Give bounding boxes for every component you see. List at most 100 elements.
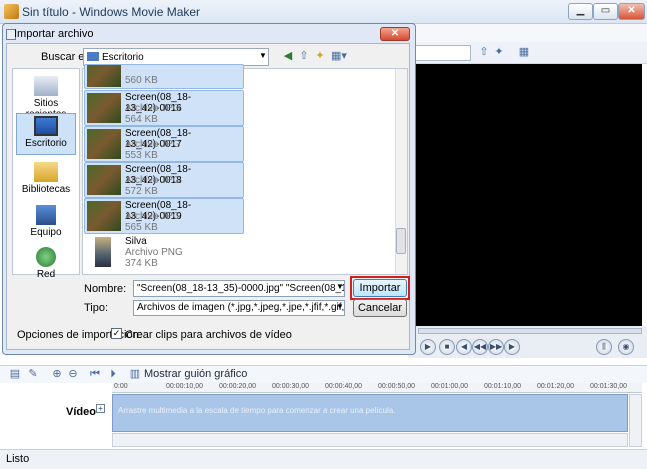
place-network[interactable]: Red [16, 245, 76, 287]
minimize-button[interactable]: ▁ [568, 3, 593, 20]
rewind-timeline-icon[interactable]: ⏮ [88, 367, 102, 381]
place-libraries[interactable]: Bibliotecas [16, 160, 76, 202]
list-item[interactable]: Screen(08_18-13_42)-0017 Archivo JPG 553… [84, 126, 244, 162]
file-size: 572 KB [125, 186, 158, 197]
close-button[interactable]: ✕ [618, 3, 645, 20]
timeline-horizontal-scrollbar[interactable] [112, 433, 628, 447]
timeline-tick: 00:01:10,00 [484, 383, 521, 390]
maximize-button[interactable]: ▭ [593, 3, 618, 20]
timeline-tick: 00:01:00,00 [431, 383, 468, 390]
file-type: Archivo JPG [125, 139, 181, 150]
new-folder-icon[interactable]: ✦ [492, 45, 506, 59]
list-item[interactable]: 560 KB [84, 64, 244, 89]
expand-icon[interactable]: + [96, 404, 105, 413]
computer-icon [36, 205, 56, 225]
chevron-down-icon[interactable]: ▼ [336, 302, 344, 311]
chevron-down-icon[interactable]: ▼ [336, 282, 344, 291]
place-recent[interactable]: Sitios recientes [16, 74, 76, 120]
timeline-tick: 00:00:30,00 [272, 383, 309, 390]
file-type: Archivo PNG [125, 247, 183, 258]
file-size: 374 KB [125, 258, 158, 269]
file-name-input[interactable]: "Screen(08_18-13_35)-0000.jpg" "Screen(0… [133, 280, 345, 297]
seek-bar[interactable] [418, 328, 642, 334]
collection-combo[interactable] [411, 45, 471, 61]
look-in-value: Escritorio [102, 52, 144, 63]
place-label: Bibliotecas [21, 184, 71, 195]
image-thumbnail [87, 165, 121, 195]
place-computer[interactable]: Equipo [16, 203, 76, 245]
show-storyboard-button[interactable]: Mostrar guión gráfico [144, 368, 247, 380]
image-thumbnail [87, 201, 121, 231]
file-type: Archivo JPG [125, 103, 181, 114]
place-label: Equipo [30, 227, 62, 238]
desktop-icon [34, 116, 58, 136]
desktop-folder-icon [87, 52, 99, 61]
network-icon [36, 247, 56, 267]
file-size: 565 KB [125, 222, 158, 233]
window-title: Sin título - Windows Movie Maker [22, 5, 201, 19]
timeline-tick: 00:00:50,00 [378, 383, 415, 390]
video-track-hint: Arrastre multimedia a la escala de tiemp… [118, 406, 396, 415]
storyboard-icon[interactable]: ▥ [128, 367, 142, 381]
movie-maker-icon [4, 4, 19, 19]
libraries-icon [34, 162, 58, 182]
file-type: Archivo JPG [125, 175, 181, 186]
scrollbar-thumb[interactable] [396, 228, 406, 254]
zoom-in-icon[interactable]: ⊕ [50, 367, 64, 381]
timeline-tick: 00:01:30,00 [590, 383, 627, 390]
up-folder-icon[interactable]: ⇧ [477, 45, 491, 59]
place-desktop[interactable]: Escritorio [16, 113, 76, 155]
place-label: Escritorio [25, 138, 67, 149]
place-label: Red [36, 269, 56, 280]
file-type-select[interactable]: Archivos de imagen (*.jpg,*.jpeg,*.jpe,*… [133, 300, 345, 316]
file-size: 564 KB [125, 114, 158, 125]
up-folder-icon[interactable]: ⇧ [297, 49, 311, 63]
import-button[interactable]: Importar [353, 279, 407, 297]
back-icon[interactable]: ◀ [281, 49, 295, 63]
timeline-tick: 00:00:40,00 [325, 383, 362, 390]
image-thumbnail [87, 93, 121, 123]
new-folder-icon[interactable]: ✦ [313, 49, 327, 63]
image-thumbnail [95, 237, 111, 267]
list-item[interactable]: Screen(08_18-13_42)-0018 Archivo JPG 572… [84, 162, 244, 198]
cancel-button[interactable]: Cancelar [353, 299, 407, 317]
file-type: Archivo JPG [125, 211, 181, 222]
play-icon[interactable]: ▶ [420, 339, 436, 355]
file-size: 560 KB [125, 75, 158, 86]
next-frame-icon[interactable]: ▶ [504, 339, 520, 355]
timeline-vertical-scrollbar[interactable] [629, 394, 642, 447]
status-bar [0, 449, 647, 469]
create-clips-checkbox[interactable]: ✓ [111, 328, 122, 339]
timeline-tick: 00:01:20,00 [537, 383, 574, 390]
split-icon[interactable]: ⫼ [596, 339, 612, 355]
stop-icon[interactable]: ■ [439, 339, 455, 355]
rewind-icon[interactable]: ◀◀ [472, 339, 488, 355]
forward-icon[interactable]: ▶▶ [488, 339, 504, 355]
create-clips-label: Crear clips para archivos de vídeo [125, 329, 292, 341]
timeline-tick: 00:00:20,00 [219, 383, 256, 390]
timeline-tick: 00:00:10,00 [166, 383, 203, 390]
view-menu-icon[interactable]: ▦▾ [331, 49, 347, 63]
list-item[interactable]: Screen(08_18-13_42)-0019 Archivo JPG 565… [84, 198, 244, 234]
zoom-out-icon[interactable]: ⊖ [66, 367, 80, 381]
import-options-label: Opciones de importación: [17, 329, 142, 341]
play-timeline-icon[interactable]: ⏵ [106, 367, 120, 381]
dialog-title: Importar archivo [14, 28, 94, 40]
image-thumbnail [87, 65, 121, 87]
timeline-tick: 0:00 [114, 383, 128, 390]
video-track-label: Vídeo [66, 406, 96, 418]
list-item[interactable]: Silva Archivo PNG 374 KB [84, 234, 244, 270]
timeline-options-icon[interactable]: ▤ [8, 367, 22, 381]
file-type-label: Tipo: [84, 302, 109, 314]
file-name: Silva [125, 236, 147, 247]
snapshot-icon[interactable]: ◉ [618, 339, 634, 355]
preview-monitor [416, 64, 642, 326]
narrate-icon[interactable]: ✎ [26, 367, 40, 381]
chevron-down-icon[interactable]: ▼ [259, 51, 267, 60]
status-text: Listo [6, 453, 30, 465]
view-options-icon[interactable]: ▦ [517, 45, 531, 59]
file-size: 553 KB [125, 150, 158, 161]
list-item[interactable]: Screen(08_18-13_42)-0016 Archivo JPG 564… [84, 90, 244, 126]
previous-frame-icon[interactable]: ◀ [456, 339, 472, 355]
dialog-close-button[interactable]: ✕ [380, 27, 410, 41]
